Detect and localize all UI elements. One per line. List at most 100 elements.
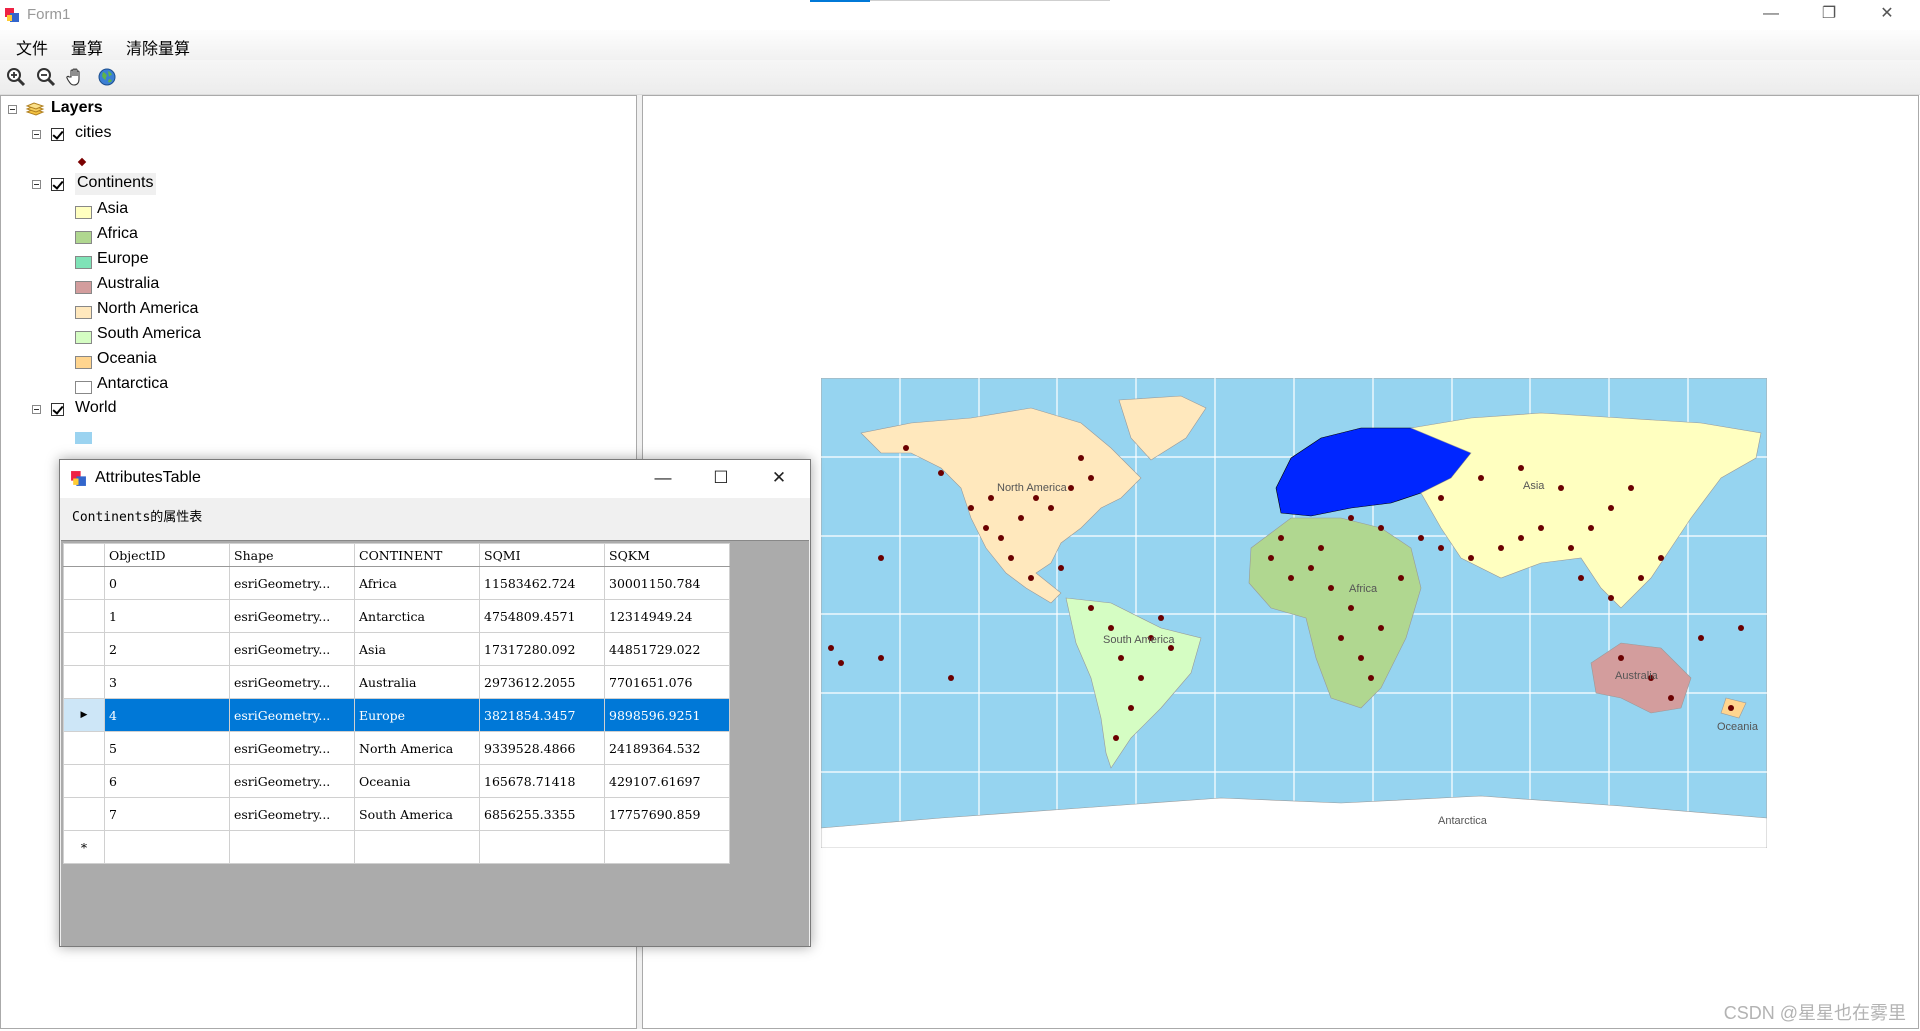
cell-shape[interactable]: esriGeometry... bbox=[229, 632, 355, 666]
zoom-out-icon[interactable] bbox=[36, 67, 56, 87]
cell-continent[interactable]: North America bbox=[354, 731, 480, 765]
cell-shape[interactable]: esriGeometry... bbox=[229, 764, 355, 798]
cell-continent[interactable]: Antarctica bbox=[354, 599, 480, 633]
cell-shape[interactable]: esriGeometry... bbox=[229, 599, 355, 633]
table-row[interactable]: 1 esriGeometry... Antarctica 4754809.457… bbox=[63, 599, 730, 633]
checkbox-world[interactable] bbox=[51, 403, 64, 416]
cell-new[interactable] bbox=[479, 830, 605, 864]
new-row[interactable]: * bbox=[63, 830, 730, 864]
cell-sqmi[interactable]: 9339528.4866 bbox=[479, 731, 605, 765]
expander-layers[interactable] bbox=[8, 105, 17, 114]
menu-file[interactable]: 文件 bbox=[16, 35, 48, 59]
cell-sqkm[interactable]: 17757690.859 bbox=[604, 797, 730, 831]
cell-sqmi[interactable]: 3821854.3457 bbox=[479, 698, 605, 732]
close-button[interactable]: ✕ bbox=[1858, 0, 1916, 30]
column-header-continent[interactable]: CONTINENT bbox=[354, 543, 480, 567]
cell-sqkm[interactable]: 12314949.24 bbox=[604, 599, 730, 633]
cell-objectid[interactable]: 2 bbox=[104, 632, 230, 666]
cell-sqmi[interactable]: 4754809.4571 bbox=[479, 599, 605, 633]
cell-objectid[interactable]: 1 bbox=[104, 599, 230, 633]
cell-shape[interactable]: esriGeometry... bbox=[229, 698, 355, 732]
row-header[interactable] bbox=[63, 632, 105, 666]
cell-continent[interactable]: Africa bbox=[354, 566, 480, 600]
full-extent-globe-icon[interactable] bbox=[97, 67, 117, 87]
row-header[interactable] bbox=[63, 665, 105, 699]
row-header[interactable] bbox=[63, 797, 105, 831]
table-row[interactable]: 5 esriGeometry... North America 9339528.… bbox=[63, 731, 730, 765]
cell-sqmi[interactable]: 165678.71418 bbox=[479, 764, 605, 798]
attr-maximize-button[interactable]: ☐ bbox=[692, 460, 750, 498]
cell-shape[interactable]: esriGeometry... bbox=[229, 731, 355, 765]
layer-continents[interactable]: Continents bbox=[75, 173, 156, 195]
column-header-sqkm[interactable]: SQKM bbox=[604, 543, 730, 567]
expander-continents[interactable] bbox=[32, 180, 41, 189]
cell-continent[interactable]: Asia bbox=[354, 632, 480, 666]
cell-continent[interactable]: South America bbox=[354, 797, 480, 831]
table-row[interactable]: 0 esriGeometry... Africa 11583462.724 30… bbox=[63, 566, 730, 600]
row-header[interactable] bbox=[63, 599, 105, 633]
cell-objectid[interactable]: 7 bbox=[104, 797, 230, 831]
legend-south-america: South America bbox=[97, 325, 202, 342]
cell-shape[interactable]: esriGeometry... bbox=[229, 797, 355, 831]
pan-hand-icon[interactable] bbox=[66, 67, 86, 87]
column-header-objectid[interactable]: ObjectID bbox=[104, 543, 230, 567]
world-map[interactable]: North America Asia Africa South America … bbox=[821, 378, 1767, 848]
column-header-sqmi[interactable]: SQMI bbox=[479, 543, 605, 567]
menu-clear-measure[interactable]: 清除量算 bbox=[126, 35, 190, 59]
cell-sqkm[interactable]: 9898596.9251 bbox=[604, 698, 730, 732]
cell-continent[interactable]: Oceania bbox=[354, 764, 480, 798]
cell-new[interactable] bbox=[354, 830, 480, 864]
row-header-corner[interactable] bbox=[63, 543, 105, 567]
menu-measure[interactable]: 量算 bbox=[71, 35, 103, 59]
cell-new[interactable] bbox=[604, 830, 730, 864]
cell-sqkm[interactable]: 429107.61697 bbox=[604, 764, 730, 798]
layer-world[interactable]: World bbox=[75, 398, 117, 420]
table-row[interactable]: 7 esriGeometry... South America 6856255.… bbox=[63, 797, 730, 831]
cell-shape[interactable]: esriGeometry... bbox=[229, 665, 355, 699]
cell-sqkm[interactable]: 44851729.022 bbox=[604, 632, 730, 666]
column-header-shape[interactable]: Shape bbox=[229, 543, 355, 567]
cell-objectid[interactable]: 6 bbox=[104, 764, 230, 798]
cell-new[interactable] bbox=[104, 830, 230, 864]
row-header[interactable] bbox=[63, 731, 105, 765]
zoom-in-icon[interactable] bbox=[6, 67, 26, 87]
cell-sqmi[interactable]: 6856255.3355 bbox=[479, 797, 605, 831]
attr-close-button[interactable]: ✕ bbox=[750, 460, 808, 498]
cell-objectid[interactable]: 3 bbox=[104, 665, 230, 699]
data-grid[interactable]: ObjectID Shape CONTINENT SQMI SQKM 0 esr… bbox=[61, 540, 809, 946]
checkbox-cities[interactable] bbox=[51, 128, 64, 141]
cell-continent[interactable]: Australia bbox=[354, 665, 480, 699]
cell-new[interactable] bbox=[229, 830, 355, 864]
expander-cities[interactable] bbox=[32, 130, 41, 139]
cell-continent[interactable]: Europe bbox=[354, 698, 480, 732]
cell-sqmi[interactable]: 17317280.092 bbox=[479, 632, 605, 666]
table-row[interactable]: 2 esriGeometry... Asia 17317280.092 4485… bbox=[63, 632, 730, 666]
cell-sqkm[interactable]: 30001150.784 bbox=[604, 566, 730, 600]
checkbox-continents[interactable] bbox=[51, 178, 64, 191]
row-header[interactable] bbox=[63, 764, 105, 798]
cell-objectid[interactable]: 5 bbox=[104, 731, 230, 765]
cell-objectid[interactable]: 0 bbox=[104, 566, 230, 600]
cell-sqkm[interactable]: 7701651.076 bbox=[604, 665, 730, 699]
cell-sqmi[interactable]: 2973612.2055 bbox=[479, 665, 605, 699]
table-row[interactable]: 3 esriGeometry... Australia 2973612.2055… bbox=[63, 665, 730, 699]
layers-root-label[interactable]: Layers bbox=[51, 98, 103, 120]
table-row[interactable]: 6 esriGeometry... Oceania 165678.71418 4… bbox=[63, 764, 730, 798]
restore-button[interactable]: ❐ bbox=[1800, 0, 1858, 30]
attr-minimize-button[interactable]: — bbox=[634, 460, 692, 498]
cell-sqmi[interactable]: 11583462.724 bbox=[479, 566, 605, 600]
attributes-table-window[interactable]: AttributesTable — ☐ ✕ Continents的属性表 Obj… bbox=[59, 459, 811, 947]
swatch-oceania bbox=[75, 356, 92, 369]
layer-cities[interactable]: cities bbox=[75, 123, 111, 145]
expander-world[interactable] bbox=[32, 405, 41, 414]
attributes-title-bar[interactable]: AttributesTable — ☐ ✕ bbox=[60, 460, 810, 498]
cell-shape[interactable]: esriGeometry... bbox=[229, 566, 355, 600]
minimize-button[interactable]: — bbox=[1742, 0, 1800, 30]
current-row-indicator[interactable]: ▶ bbox=[63, 698, 105, 732]
table-row-selected[interactable]: ▶ 4 esriGeometry... Europe 3821854.3457 … bbox=[63, 698, 730, 732]
cell-objectid[interactable]: 4 bbox=[104, 698, 230, 732]
cell-sqkm[interactable]: 24189364.532 bbox=[604, 731, 730, 765]
new-row-indicator[interactable]: * bbox=[63, 830, 105, 864]
legend-asia: Asia bbox=[97, 200, 129, 217]
row-header[interactable] bbox=[63, 566, 105, 600]
